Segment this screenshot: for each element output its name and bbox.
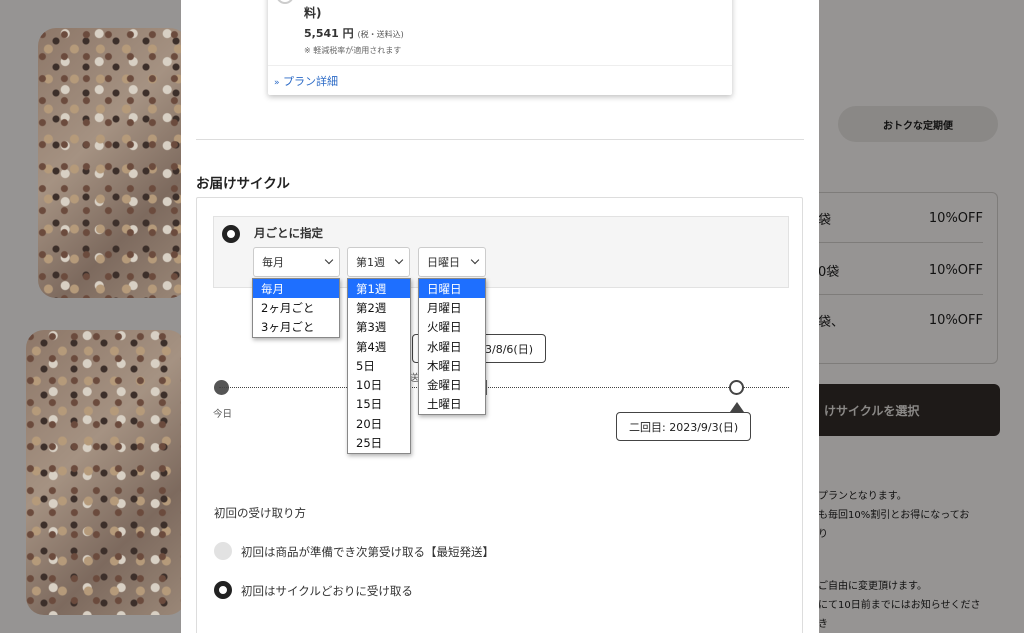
asap-radio[interactable] bbox=[214, 542, 232, 560]
dropdown-option[interactable]: 日曜日 bbox=[419, 279, 485, 299]
note-text: り bbox=[818, 529, 828, 540]
dropdown-option[interactable]: 第1週 bbox=[348, 279, 410, 299]
plan-price: 5,541 円 (税・送料込) bbox=[304, 27, 404, 40]
dropdown-option[interactable]: 3ヶ月ごと bbox=[253, 318, 339, 337]
timeline-end-dot bbox=[729, 380, 744, 395]
note-text: も毎回10%割引とお得になってお bbox=[818, 510, 970, 521]
weekday-select[interactable]: 日曜日 bbox=[418, 247, 486, 277]
chevron-down-icon bbox=[324, 255, 334, 265]
note-text: き bbox=[818, 619, 828, 630]
monthly-option-label: 月ごとに指定 bbox=[254, 226, 323, 240]
dropdown-option[interactable]: 第4週 bbox=[348, 337, 410, 356]
discount-row: 袋、 10%OFF bbox=[818, 312, 983, 330]
cycle-option-label[interactable]: 初回はサイクルどおりに受け取る bbox=[241, 583, 413, 599]
plan-title: 料) bbox=[304, 6, 322, 20]
dropdown-option[interactable]: 第3週 bbox=[348, 318, 410, 337]
frequency-dropdown: 毎月 2ヶ月ごと 3ヶ月ごと bbox=[252, 278, 340, 338]
note-text: ご自由に変更頂けます。 bbox=[818, 581, 927, 592]
dropdown-option[interactable]: 水曜日 bbox=[419, 337, 485, 356]
frequency-select[interactable]: 毎月 bbox=[253, 247, 340, 277]
weekday-dropdown: 日曜日 月曜日 火曜日 水曜日 木曜日 金曜日 土曜日 bbox=[418, 278, 486, 416]
week-select[interactable]: 第1週 bbox=[347, 247, 410, 277]
plan-detail-link[interactable]: » プラン詳細 bbox=[274, 73, 338, 89]
dropdown-option[interactable]: 第2週 bbox=[348, 298, 410, 317]
timeline-line bbox=[219, 387, 789, 388]
dropdown-option[interactable]: 毎月 bbox=[253, 279, 339, 299]
note-text: プランとなります。 bbox=[818, 491, 907, 502]
plan-radio[interactable] bbox=[276, 0, 294, 4]
divider bbox=[196, 139, 804, 140]
product-image bbox=[38, 28, 188, 298]
select-cycle-button: けサイクルを選択 bbox=[818, 384, 1000, 436]
discount-row: 袋 10%OFF bbox=[818, 193, 983, 243]
dropdown-option[interactable]: 5日 bbox=[348, 356, 410, 375]
section-title: お届けサイクル bbox=[196, 176, 290, 192]
tooltip-arrow bbox=[730, 402, 744, 412]
product-image bbox=[26, 330, 186, 615]
chevron-down-icon bbox=[394, 255, 404, 265]
discount-row: 0袋 10%OFF bbox=[818, 245, 983, 295]
cycle-radio[interactable] bbox=[214, 581, 232, 599]
dropdown-option[interactable]: 金曜日 bbox=[419, 375, 485, 394]
note-text: にて10日前までにはお知らせくださ bbox=[818, 600, 981, 611]
dropdown-option[interactable]: 木曜日 bbox=[419, 356, 485, 375]
discount-table: 袋 10%OFF 0袋 10%OFF 袋、 10%OFF bbox=[818, 192, 998, 364]
dropdown-option[interactable]: 火曜日 bbox=[419, 318, 485, 337]
chevron-down-icon bbox=[470, 255, 480, 265]
double-chevron-down-icon: » bbox=[274, 78, 280, 88]
asap-option-label[interactable]: 初回は商品が準備でき次第受け取る【最短発送】 bbox=[241, 544, 494, 560]
dropdown-option[interactable]: 25日 bbox=[348, 433, 410, 452]
second-delivery-tooltip: 二回目: 2023/9/3(日) bbox=[616, 412, 752, 441]
today-label: 今日 bbox=[213, 409, 233, 420]
dropdown-option[interactable]: 土曜日 bbox=[419, 395, 485, 414]
subscription-tab: おトクな定期便 bbox=[838, 106, 998, 142]
dropdown-option[interactable]: 月曜日 bbox=[419, 298, 485, 317]
plan-card[interactable]: 料) 5,541 円 (税・送料込) ※ 軽減税率が適用されます » プラン詳細 bbox=[268, 0, 732, 95]
dropdown-option[interactable]: 15日 bbox=[348, 395, 410, 414]
tax-note: ※ 軽減税率が適用されます bbox=[304, 46, 402, 55]
dropdown-option[interactable]: 10日 bbox=[348, 375, 410, 394]
dropdown-option[interactable]: 2ヶ月ごと bbox=[253, 298, 339, 317]
first-receipt-title: 初回の受け取り方 bbox=[214, 506, 306, 520]
divider bbox=[268, 65, 732, 66]
dropdown-option[interactable]: 20日 bbox=[348, 414, 410, 433]
week-dropdown: 第1週 第2週 第3週 第4週 5日 10日 15日 20日 25日 bbox=[347, 278, 411, 454]
background-right-panel: おトクな定期便 袋 10%OFF 0袋 10%OFF 袋、 10%OFF けサイ… bbox=[818, 0, 1024, 633]
monthly-radio[interactable] bbox=[222, 225, 240, 243]
